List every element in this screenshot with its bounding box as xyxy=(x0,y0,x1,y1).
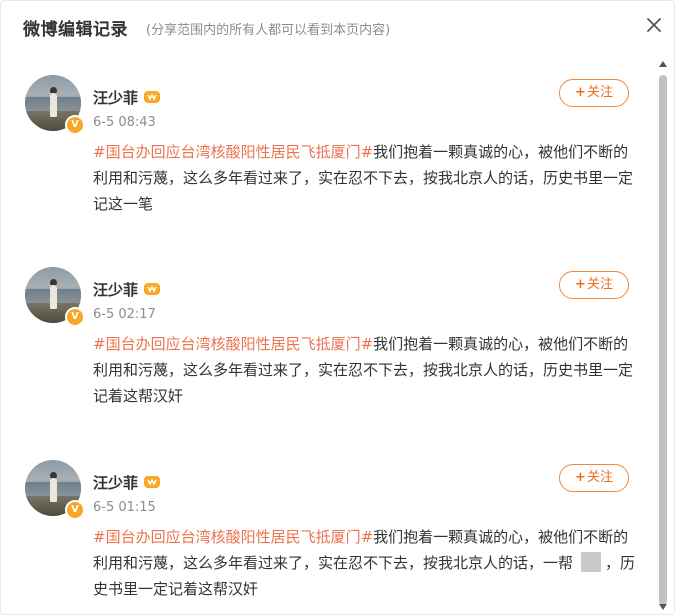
plus-icon: + xyxy=(575,470,586,485)
follow-label: 关注 xyxy=(586,470,613,485)
vertical-scrollbar[interactable] xyxy=(657,61,669,610)
verified-badge-icon: V xyxy=(65,115,85,135)
user-name[interactable]: 汪少菲 xyxy=(93,87,138,108)
post-list: V 汪少菲 6-5 08:43 +关注 #国台办回应台湾核酸阳性居民飞抵厦门#我… xyxy=(1,53,656,614)
plus-icon: + xyxy=(575,85,586,100)
follow-button[interactable]: +关注 xyxy=(559,271,629,299)
dialog-header: 微博编辑记录 (分享范围内的所有人都可以看到本页内容) xyxy=(1,1,674,51)
avatar[interactable]: V xyxy=(25,75,85,135)
scroll-up-arrow-icon[interactable] xyxy=(659,61,667,67)
follow-button[interactable]: +关注 xyxy=(559,79,629,107)
follow-label: 关注 xyxy=(586,85,613,100)
dialog-subtitle: (分享范围内的所有人都可以看到本页内容) xyxy=(146,23,391,38)
edit-history-dialog: 微博编辑记录 (分享范围内的所有人都可以看到本页内容) V 汪少菲 6-5 08… xyxy=(0,0,675,615)
avatar[interactable]: V xyxy=(25,460,85,520)
user-name[interactable]: 汪少菲 xyxy=(93,472,138,493)
redacted-emoji-icon xyxy=(581,552,602,572)
post-time: 6-5 02:17 xyxy=(93,307,156,322)
post-content: #国台办回应台湾核酸阳性居民飞抵厦门#我们抱着一颗真诚的心，被他们不断的利用和污… xyxy=(93,524,638,602)
verified-badge-icon: V xyxy=(65,307,85,327)
post-item: V 汪少菲 6-5 08:43 +关注 #国台办回应台湾核酸阳性居民飞抵厦门#我… xyxy=(1,53,656,243)
post-item: V 汪少菲 6-5 01:15 +关注 #国台办回应台湾核酸阳性居民飞抵厦门#我… xyxy=(1,438,656,614)
member-crown-icon xyxy=(144,283,160,295)
post-content: #国台办回应台湾核酸阳性居民飞抵厦门#我们抱着一颗真诚的心，被他们不断的利用和污… xyxy=(93,331,638,409)
plus-icon: + xyxy=(575,277,586,292)
avatar[interactable]: V xyxy=(25,267,85,327)
user-name[interactable]: 汪少菲 xyxy=(93,279,138,300)
topic-link[interactable]: #国台办回应台湾核酸阳性居民飞抵厦门# xyxy=(93,335,373,353)
dialog-title: 微博编辑记录 xyxy=(23,20,128,40)
member-crown-icon xyxy=(144,91,160,103)
follow-label: 关注 xyxy=(586,277,613,292)
verified-badge-icon: V xyxy=(65,500,85,520)
close-button[interactable] xyxy=(642,13,666,37)
close-icon xyxy=(647,18,661,32)
follow-button[interactable]: +关注 xyxy=(559,464,629,492)
scroll-thumb[interactable] xyxy=(659,75,667,605)
post-time: 6-5 01:15 xyxy=(93,500,156,515)
post-content: #国台办回应台湾核酸阳性居民飞抵厦门#我们抱着一颗真诚的心，被他们不断的利用和污… xyxy=(93,139,638,217)
member-crown-icon xyxy=(144,476,160,488)
post-item: V 汪少菲 6-5 02:17 +关注 #国台办回应台湾核酸阳性居民飞抵厦门#我… xyxy=(1,245,656,435)
topic-link[interactable]: #国台办回应台湾核酸阳性居民飞抵厦门# xyxy=(93,143,373,161)
topic-link[interactable]: #国台办回应台湾核酸阳性居民飞抵厦门# xyxy=(93,528,373,546)
scroll-down-arrow-icon[interactable] xyxy=(659,604,667,610)
post-time: 6-5 08:43 xyxy=(93,115,156,130)
